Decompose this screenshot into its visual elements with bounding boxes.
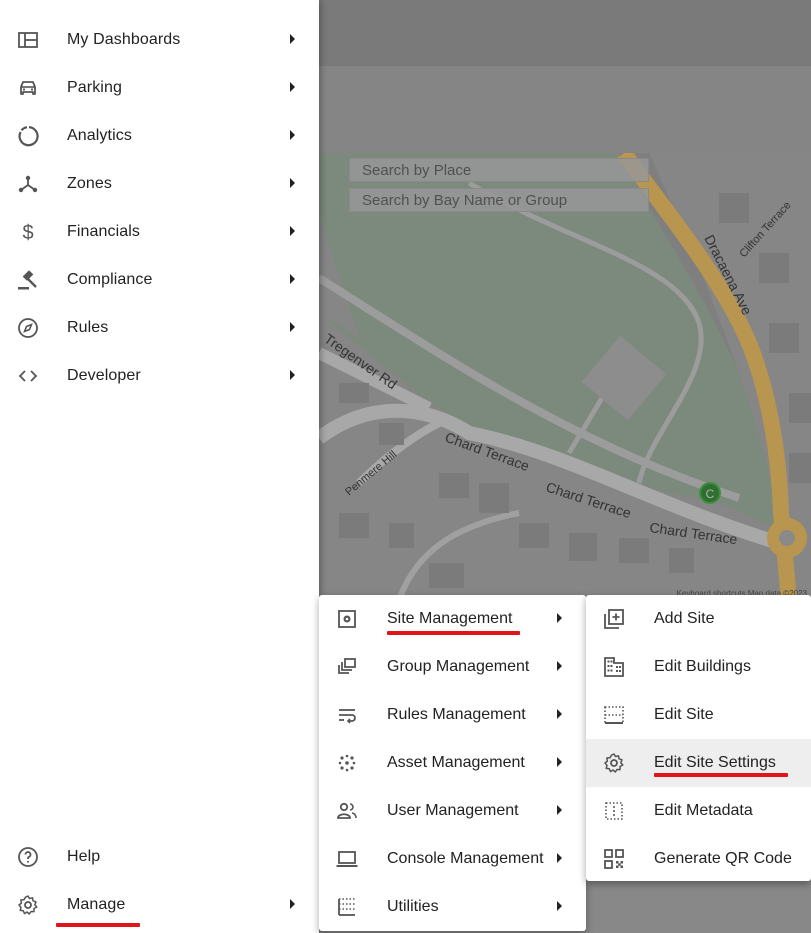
chevron-right-icon: [557, 901, 562, 911]
menu-item-label: Add Site: [654, 610, 715, 627]
menu-item-label: Group Management: [387, 658, 530, 675]
sidebar-item-label: Parking: [67, 79, 122, 96]
chevron-right-icon: [557, 613, 562, 623]
chevron-right-icon: [557, 853, 562, 863]
chevron-right-icon: [290, 130, 295, 140]
sidebar-item-manage[interactable]: Manage: [0, 881, 319, 929]
site-settings-icon: [338, 610, 356, 628]
menu-item-generate-qr-code[interactable]: Generate QR Code: [586, 835, 811, 883]
chevron-right-icon: [290, 899, 295, 909]
menu-item-site-management[interactable]: Site Management: [319, 595, 586, 643]
menu-item-utilities[interactable]: Utilities: [319, 883, 586, 931]
sidebar-item-label: Zones: [67, 175, 112, 192]
navigation-drawer: My Dashboards Parking Analytics Zones $ …: [0, 0, 319, 933]
compass-icon: [18, 318, 38, 338]
menu-item-edit-metadata[interactable]: Edit Metadata: [586, 787, 811, 835]
sidebar-item-label: My Dashboards: [67, 31, 181, 48]
sidebar-item-zones[interactable]: Zones: [0, 160, 319, 208]
search-place-input[interactable]: [349, 158, 649, 182]
highlight-underline-manage: [56, 923, 140, 927]
menu-item-rules-management[interactable]: Rules Management: [319, 691, 586, 739]
manage-menu: Site Management Group Management Rules M…: [319, 595, 586, 931]
menu-item-console-management[interactable]: Console Management: [319, 835, 586, 883]
menu-item-user-management[interactable]: User Management: [319, 787, 586, 835]
sidebar-item-label: Developer: [67, 367, 141, 384]
menu-item-label: User Management: [387, 802, 519, 819]
chevron-right-icon: [290, 82, 295, 92]
sidebar-item-financials[interactable]: $ Financials: [0, 208, 319, 256]
laptop-icon: [336, 851, 358, 867]
menu-item-edit-buildings[interactable]: Edit Buildings: [586, 643, 811, 691]
chevron-right-icon: [290, 34, 295, 44]
menu-item-label: Asset Management: [387, 754, 525, 771]
menu-item-label: Edit Metadata: [654, 802, 753, 819]
chevron-right-icon: [290, 178, 295, 188]
menu-item-edit-site[interactable]: Edit Site: [586, 691, 811, 739]
map-canvas: C Dracaena Ave Clifton Terrace Tregenver…: [319, 153, 811, 600]
menu-item-add-site[interactable]: Add Site: [586, 595, 811, 643]
menu-item-label: Rules Management: [387, 706, 526, 723]
map-marker-label[interactable]: C: [706, 487, 715, 501]
sidebar-item-compliance[interactable]: Compliance: [0, 256, 319, 304]
menu-item-label: Site Management: [387, 610, 513, 627]
menu-item-label: Edit Buildings: [654, 658, 751, 675]
hub-icon: [18, 175, 38, 193]
car-icon: [20, 81, 36, 95]
chevron-right-icon: [557, 757, 562, 767]
menu-item-group-management[interactable]: Group Management: [319, 643, 586, 691]
sidebar-item-parking[interactable]: Parking: [0, 64, 319, 112]
sidebar-item-label: Compliance: [67, 271, 153, 288]
menu-item-label: Edit Site: [654, 706, 714, 723]
sidebar-item-rules[interactable]: Rules: [0, 304, 319, 352]
sidebar-item-label: Help: [67, 848, 101, 865]
grid-dots-icon: [338, 898, 355, 916]
sidebar-item-developer[interactable]: Developer: [0, 352, 319, 400]
menu-item-edit-site-settings[interactable]: Edit Site Settings: [586, 739, 811, 787]
chevron-right-icon: [290, 226, 295, 236]
highlight-underline-edit-site-settings: [654, 773, 788, 777]
search-bay-input[interactable]: [349, 188, 649, 212]
dotted-border-icon: [604, 706, 624, 724]
help-icon: [18, 847, 38, 867]
toolbar-area: [319, 66, 811, 154]
users-icon: [337, 802, 357, 819]
chevron-right-icon: [290, 274, 295, 284]
map-view[interactable]: C Dracaena Ave Clifton Terrace Tregenver…: [319, 153, 811, 600]
sidebar-item-label: Analytics: [67, 127, 132, 144]
sidebar-item-label: Rules: [67, 319, 109, 336]
sidebar-item-analytics[interactable]: Analytics: [0, 112, 319, 160]
sidebar-item-my-dashboards[interactable]: My Dashboards: [0, 16, 319, 64]
qr-code-icon: [604, 849, 624, 869]
gear-icon: [604, 753, 624, 773]
sidebar-item-help[interactable]: Help: [0, 833, 319, 881]
svg-text:$: $: [22, 222, 33, 244]
chevron-right-icon: [290, 370, 295, 380]
dollar-icon: $: [22, 222, 33, 244]
menu-item-label: Console Management: [387, 850, 544, 867]
top-app-bar: [319, 0, 811, 66]
building-icon: [604, 657, 624, 677]
menu-item-label: Utilities: [387, 898, 439, 915]
chevron-right-icon: [557, 709, 562, 719]
dashboard-icon: [18, 32, 38, 48]
chevron-right-icon: [557, 661, 562, 671]
menu-item-label: Edit Site Settings: [654, 754, 776, 771]
group-icon: [338, 658, 356, 674]
donut-chart-icon: [18, 126, 39, 147]
menu-item-label: Generate QR Code: [654, 850, 792, 867]
scatter-dots-icon: [338, 754, 356, 772]
gear-icon: [18, 895, 38, 915]
highlight-underline-site-management: [387, 631, 520, 635]
dotted-square-icon: [605, 802, 623, 820]
code-icon: [18, 370, 38, 382]
wrap-text-icon: [339, 709, 356, 724]
site-management-menu: Add Site Edit Buildings Edit Site Edit S…: [586, 595, 811, 881]
chevron-right-icon: [557, 805, 562, 815]
sidebar-item-label: Financials: [67, 223, 141, 240]
sidebar-item-label: Manage: [67, 896, 126, 913]
add-box-icon: [604, 609, 624, 629]
menu-item-asset-management[interactable]: Asset Management: [319, 739, 586, 787]
gavel-icon: [18, 270, 37, 290]
chevron-right-icon: [290, 322, 295, 332]
